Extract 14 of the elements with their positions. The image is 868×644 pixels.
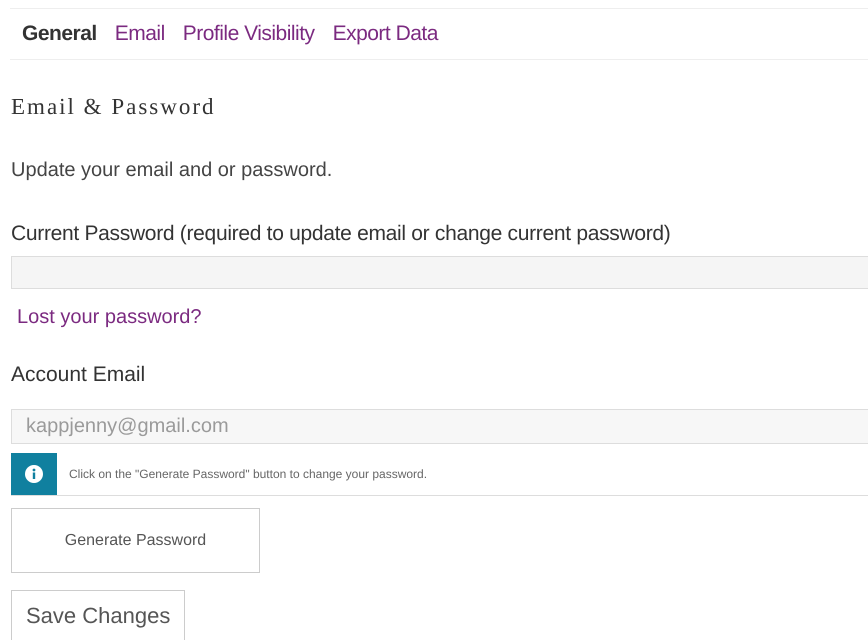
section-title: Email & Password [11, 93, 216, 121]
info-icon [25, 465, 43, 483]
tab[interactable]: Export Data [332, 18, 438, 50]
generate-password-button[interactable]: Generate Password [11, 508, 260, 573]
save-changes-button[interactable]: Save Changes [11, 590, 186, 640]
tab[interactable]: Profile Visibility [182, 18, 315, 50]
password-field[interactable] [11, 256, 868, 289]
description: Update your email and or password. [11, 158, 334, 183]
field-label: Account Email [11, 362, 146, 388]
field-label: Current Password (required to update email or change current password) [11, 221, 672, 247]
notice-text: Click on the "Generate Password" button to change your password. [69, 466, 428, 483]
lost-password-link[interactable]: Lost your password? [17, 303, 202, 331]
tab[interactable]: Email [114, 18, 165, 50]
tab[interactable]: General [22, 18, 97, 50]
